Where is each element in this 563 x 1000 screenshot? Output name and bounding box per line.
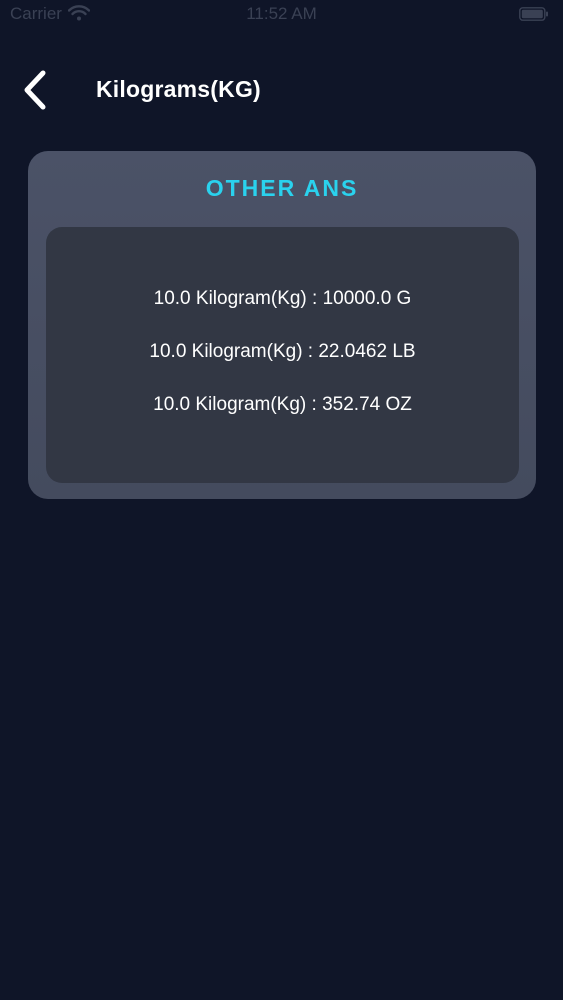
card-title: OTHER ANS [205,175,359,201]
result-pounds: 10.0 Kilogram(Kg) : 22.0462 LB [149,341,416,362]
results-panel: 10.0 Kilogram(Kg) : 10000.0 G 10.0 Kilog… [46,227,519,483]
result-ounces: 10.0 Kilogram(Kg) : 352.74 OZ [153,394,412,415]
status-bar: Carrier 11:52 AM [0,0,563,30]
chevron-left-icon [24,70,46,110]
page-title: Kilograms(KG) [96,76,261,102]
battery-icon [519,7,548,21]
back-button[interactable] [12,64,58,116]
other-answers-card: OTHER ANS 10.0 Kilogram(Kg) : 10000.0 G … [28,151,536,499]
result-grams: 10.0 Kilogram(Kg) : 10000.0 G [153,288,412,309]
nav-bar: Kilograms(KG) [0,60,563,120]
screen: Carrier 11:52 AM Kilograms(KG) OTHER ANS… [0,0,563,1000]
status-time: 11:52 AM [246,4,317,23]
